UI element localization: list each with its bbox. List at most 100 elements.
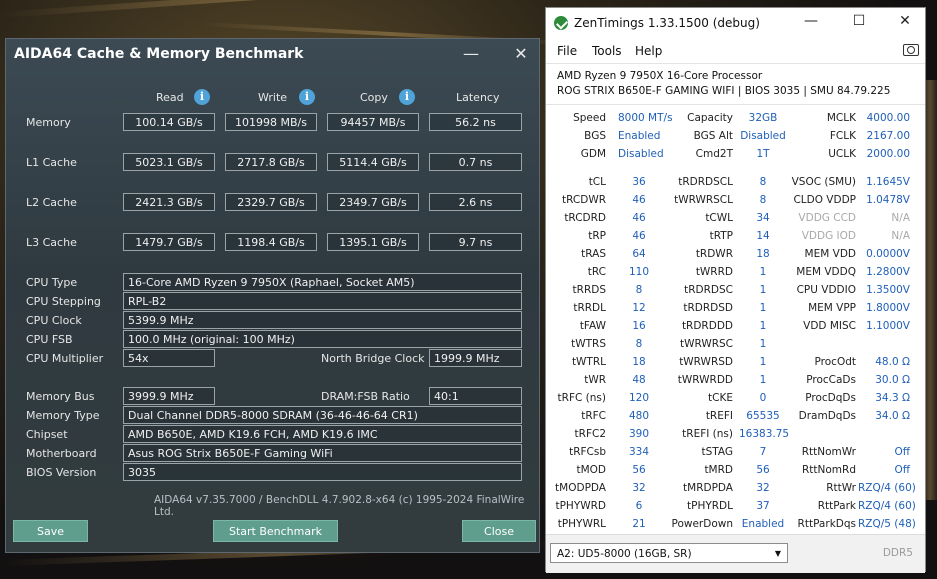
timing-value: 48	[632, 374, 646, 386]
timing-value: Off	[894, 464, 911, 476]
timing-value: 1	[759, 356, 767, 368]
timing-label: ProcCaDs	[806, 374, 856, 386]
timing-label: PowerDown	[671, 518, 734, 530]
timing-value: RZQ/4 (60)	[858, 482, 916, 494]
timing-label: tWRWRSCL	[674, 194, 733, 206]
timing-value: 1	[759, 284, 767, 296]
timing-value: 1	[759, 302, 767, 314]
chipset-label: Chipset	[26, 428, 68, 441]
timing-label: tCKE	[708, 392, 733, 404]
timing-value: 46	[632, 212, 646, 224]
motherboard-value: Asus ROG Strix B650E-F Gaming WiFi	[123, 444, 522, 462]
timing-value: 1	[759, 374, 767, 386]
timing-value: Off	[894, 446, 911, 458]
timing-label: tREFI (ns)	[682, 428, 733, 440]
info-icon[interactable]: i	[299, 89, 315, 105]
timing-value: 8	[759, 176, 767, 188]
save-button[interactable]: Save	[13, 520, 88, 542]
timing-value: 120	[628, 392, 650, 404]
memory-bus-value: 3999.9 MHz	[123, 387, 215, 405]
cpu-stepping-label: CPU Stepping	[26, 295, 101, 308]
timing-value: 334	[628, 446, 650, 458]
timing-label: DramDqDs	[798, 410, 856, 422]
timing-value: 8	[635, 284, 643, 296]
aida64-window: AIDA64 Cache & Memory Benchmark — ✕ Read…	[5, 38, 540, 553]
timing-label: MCLK	[826, 112, 856, 124]
timing-value: 34.0 Ω	[875, 410, 910, 422]
copyright-footer: AIDA64 v7.35.7000 / BenchDLL 4.7.902.8-x…	[154, 494, 525, 518]
timing-label: tRDRDSC	[684, 284, 733, 296]
timing-value: 1	[759, 266, 767, 278]
dram-fsb-value: 40:1	[429, 387, 522, 405]
timing-value: 1.1645V	[866, 176, 910, 188]
info-icon[interactable]: i	[399, 89, 415, 105]
timing-value: 56	[632, 464, 646, 476]
timing-value: 0.0000V	[866, 248, 910, 260]
timing-label: tWRWRSD	[679, 356, 733, 368]
bios-value: 3035	[123, 463, 522, 481]
l3-latency: 9.7 ns	[429, 233, 522, 251]
dram-fsb-label: DRAM:FSB Ratio	[321, 390, 410, 403]
timing-value: 18	[632, 356, 646, 368]
maximize-button[interactable]: ☐	[844, 13, 874, 29]
timing-value: 4000.00	[866, 112, 910, 124]
memory-write: 101998 MB/s	[225, 113, 317, 131]
timing-label: tWRRD	[695, 266, 733, 278]
info-icon[interactable]: i	[194, 89, 210, 105]
aida64-titlebar[interactable]: AIDA64 Cache & Memory Benchmark — ✕	[6, 39, 539, 71]
close-button[interactable]: Close	[462, 520, 536, 542]
zentimings-logo-icon	[554, 16, 568, 30]
timing-label: tRFC2	[574, 428, 606, 440]
window-title: AIDA64 Cache & Memory Benchmark	[14, 46, 304, 62]
timing-value: 65535	[746, 410, 780, 422]
timing-label: tFAW	[579, 320, 606, 332]
timing-label: tRRDL	[573, 302, 606, 314]
timing-label: tPHYWRD	[555, 500, 606, 512]
camera-icon[interactable]	[903, 44, 919, 56]
timing-value: Enabled	[741, 518, 785, 530]
timing-label: MEM VDD	[804, 248, 856, 260]
l2-latency: 2.6 ns	[429, 193, 522, 211]
timing-label: tPHYRDL	[687, 500, 733, 512]
menu-tools[interactable]: Tools	[592, 44, 622, 58]
timing-value: 6	[635, 500, 643, 512]
timing-label: tSTAG	[701, 446, 733, 458]
menu-help[interactable]: Help	[635, 44, 662, 58]
timing-label: tRDWR	[695, 248, 733, 260]
timing-value: 8000 MT/s	[618, 112, 673, 124]
timing-label: GDM	[580, 148, 606, 160]
l2-write: 2329.7 GB/s	[225, 193, 317, 211]
l1-copy: 5114.4 GB/s	[327, 153, 419, 171]
zentimings-titlebar[interactable]: ZenTimings 1.33.1500 (debug) — ☐ ✕	[546, 8, 925, 38]
close-icon[interactable]: ✕	[890, 13, 920, 29]
timing-value: 36	[632, 176, 646, 188]
column-write: Write	[258, 91, 288, 104]
timing-value: 110	[628, 266, 650, 278]
timing-label: FCLK	[829, 130, 856, 142]
module-select[interactable]: A2: UD5-8000 (16GB, SR) ▼	[550, 543, 788, 563]
nb-clock-value: 1999.9 MHz	[429, 349, 522, 367]
cpu-name: AMD Ryzen 9 7950X 16-Core Processor	[557, 70, 763, 82]
minimize-button[interactable]: —	[796, 13, 826, 29]
timing-label: MEM VDDQ	[796, 266, 856, 278]
row-label: L2 Cache	[26, 196, 77, 209]
minimize-button[interactable]: —	[456, 44, 486, 63]
timing-value: 37	[756, 500, 770, 512]
timing-label: ProcOdt	[814, 356, 856, 368]
cpu-clock-label: CPU Clock	[26, 314, 82, 327]
timing-value: RZQ/5 (48)	[858, 518, 916, 530]
memory-bus-label: Memory Bus	[26, 390, 95, 403]
zentimings-window: ZenTimings 1.33.1500 (debug) — ☐ ✕ File …	[545, 7, 926, 573]
timing-value: 32GB	[748, 112, 778, 124]
timing-value: 1.0478V	[866, 194, 910, 206]
timing-value: N/A	[891, 230, 910, 242]
timing-label: tWR	[584, 374, 606, 386]
l1-write: 2717.8 GB/s	[225, 153, 317, 171]
timing-label: CLDO VDDP	[793, 194, 856, 206]
row-label: L1 Cache	[26, 156, 77, 169]
timing-value: 480	[628, 410, 650, 422]
memory-latency: 56.2 ns	[429, 113, 522, 131]
close-icon[interactable]: ✕	[506, 44, 536, 63]
start-benchmark-button[interactable]: Start Benchmark	[213, 520, 338, 542]
menu-file[interactable]: File	[557, 44, 577, 58]
